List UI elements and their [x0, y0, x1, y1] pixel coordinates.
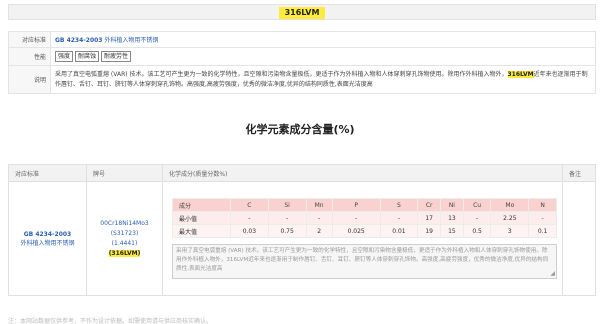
element-s: S — [379, 198, 419, 212]
element-mn: Mn — [305, 198, 333, 212]
element-header-label: 成分 — [172, 198, 231, 212]
grade-highlight: 316LVM — [507, 70, 534, 78]
grade-highlight: (316LVM) — [108, 249, 141, 257]
composition-table: 对应标准 牌号 化学成分(质量分数%) 备注 GB 4234-2003 外科植入… — [8, 164, 596, 296]
col-composition: 化学成分(质量分数%) — [162, 164, 563, 182]
min-row: 最小值 - - - - - 17 13 - 2.25 - — [172, 211, 557, 225]
properties-label: 性能 — [8, 47, 51, 66]
standard-label: 对应标准 — [8, 31, 51, 48]
row-standard[interactable]: GB 4234-2003 外科植入物用不锈钢 — [8, 181, 87, 296]
description-text: 采用了真空电弧重熔 (VAR) 技术。该工艺可产生更为一致的化学特性，且空隙和污… — [50, 65, 596, 94]
element-si: Si — [267, 198, 307, 212]
grade-title: 316LVM — [278, 7, 326, 19]
footer-note: 注：本网站数据仅供参考，不作为设计依据。如需使用请与供应商核实确认。 — [8, 318, 213, 324]
element-cu: Cu — [462, 198, 492, 212]
element-p: P — [331, 198, 381, 212]
element-cr: Cr — [417, 198, 442, 212]
element-mo: Mo — [490, 198, 530, 212]
element-n: N — [528, 198, 557, 212]
section-title: 化学元素成分含量(%) — [245, 123, 355, 136]
description-textarea[interactable]: 采用了真空电弧重熔 (VAR) 技术。该工艺可产生更为一致的化学特性，且空隙和污… — [172, 244, 557, 279]
element-table: 成分 C Si Mn P S Cr Ni Cu Mo N 最小值 - - - -… — [172, 198, 557, 238]
element-c: C — [230, 198, 269, 212]
property-tag: 耐疲劳性 — [101, 51, 132, 62]
property-tag: 耐腐蚀 — [75, 51, 100, 62]
note-cell — [562, 181, 596, 296]
col-grade: 牌号 — [86, 164, 163, 182]
element-ni: Ni — [440, 198, 464, 212]
row-grade: 00Cr18Ni14Mo3 (S31723) (1.4441) (316LVM) — [86, 181, 163, 296]
col-note: 备注 — [562, 164, 596, 182]
title-bar: 316LVM — [8, 4, 596, 20]
resize-grip-icon[interactable]: ◢ — [550, 269, 555, 278]
property-tag: 强度 — [55, 51, 74, 62]
composition-cell: 成分 C Si Mn P S Cr Ni Cu Mo N 最小值 - - - -… — [162, 181, 563, 296]
max-row: 最大值 0.03 0.75 2 0.025 0.01 19 15 0.5 3 0… — [172, 224, 557, 238]
description-label: 说明 — [8, 65, 51, 94]
col-standard: 对应标准 — [8, 164, 87, 182]
standard-link[interactable]: GB 4234-2003 外科植入物用不锈钢 — [55, 37, 158, 44]
info-table: 对应标准 GB 4234-2003 外科植入物用不锈钢 性能 强度 耐腐蚀 耐疲劳性… — [8, 31, 596, 94]
